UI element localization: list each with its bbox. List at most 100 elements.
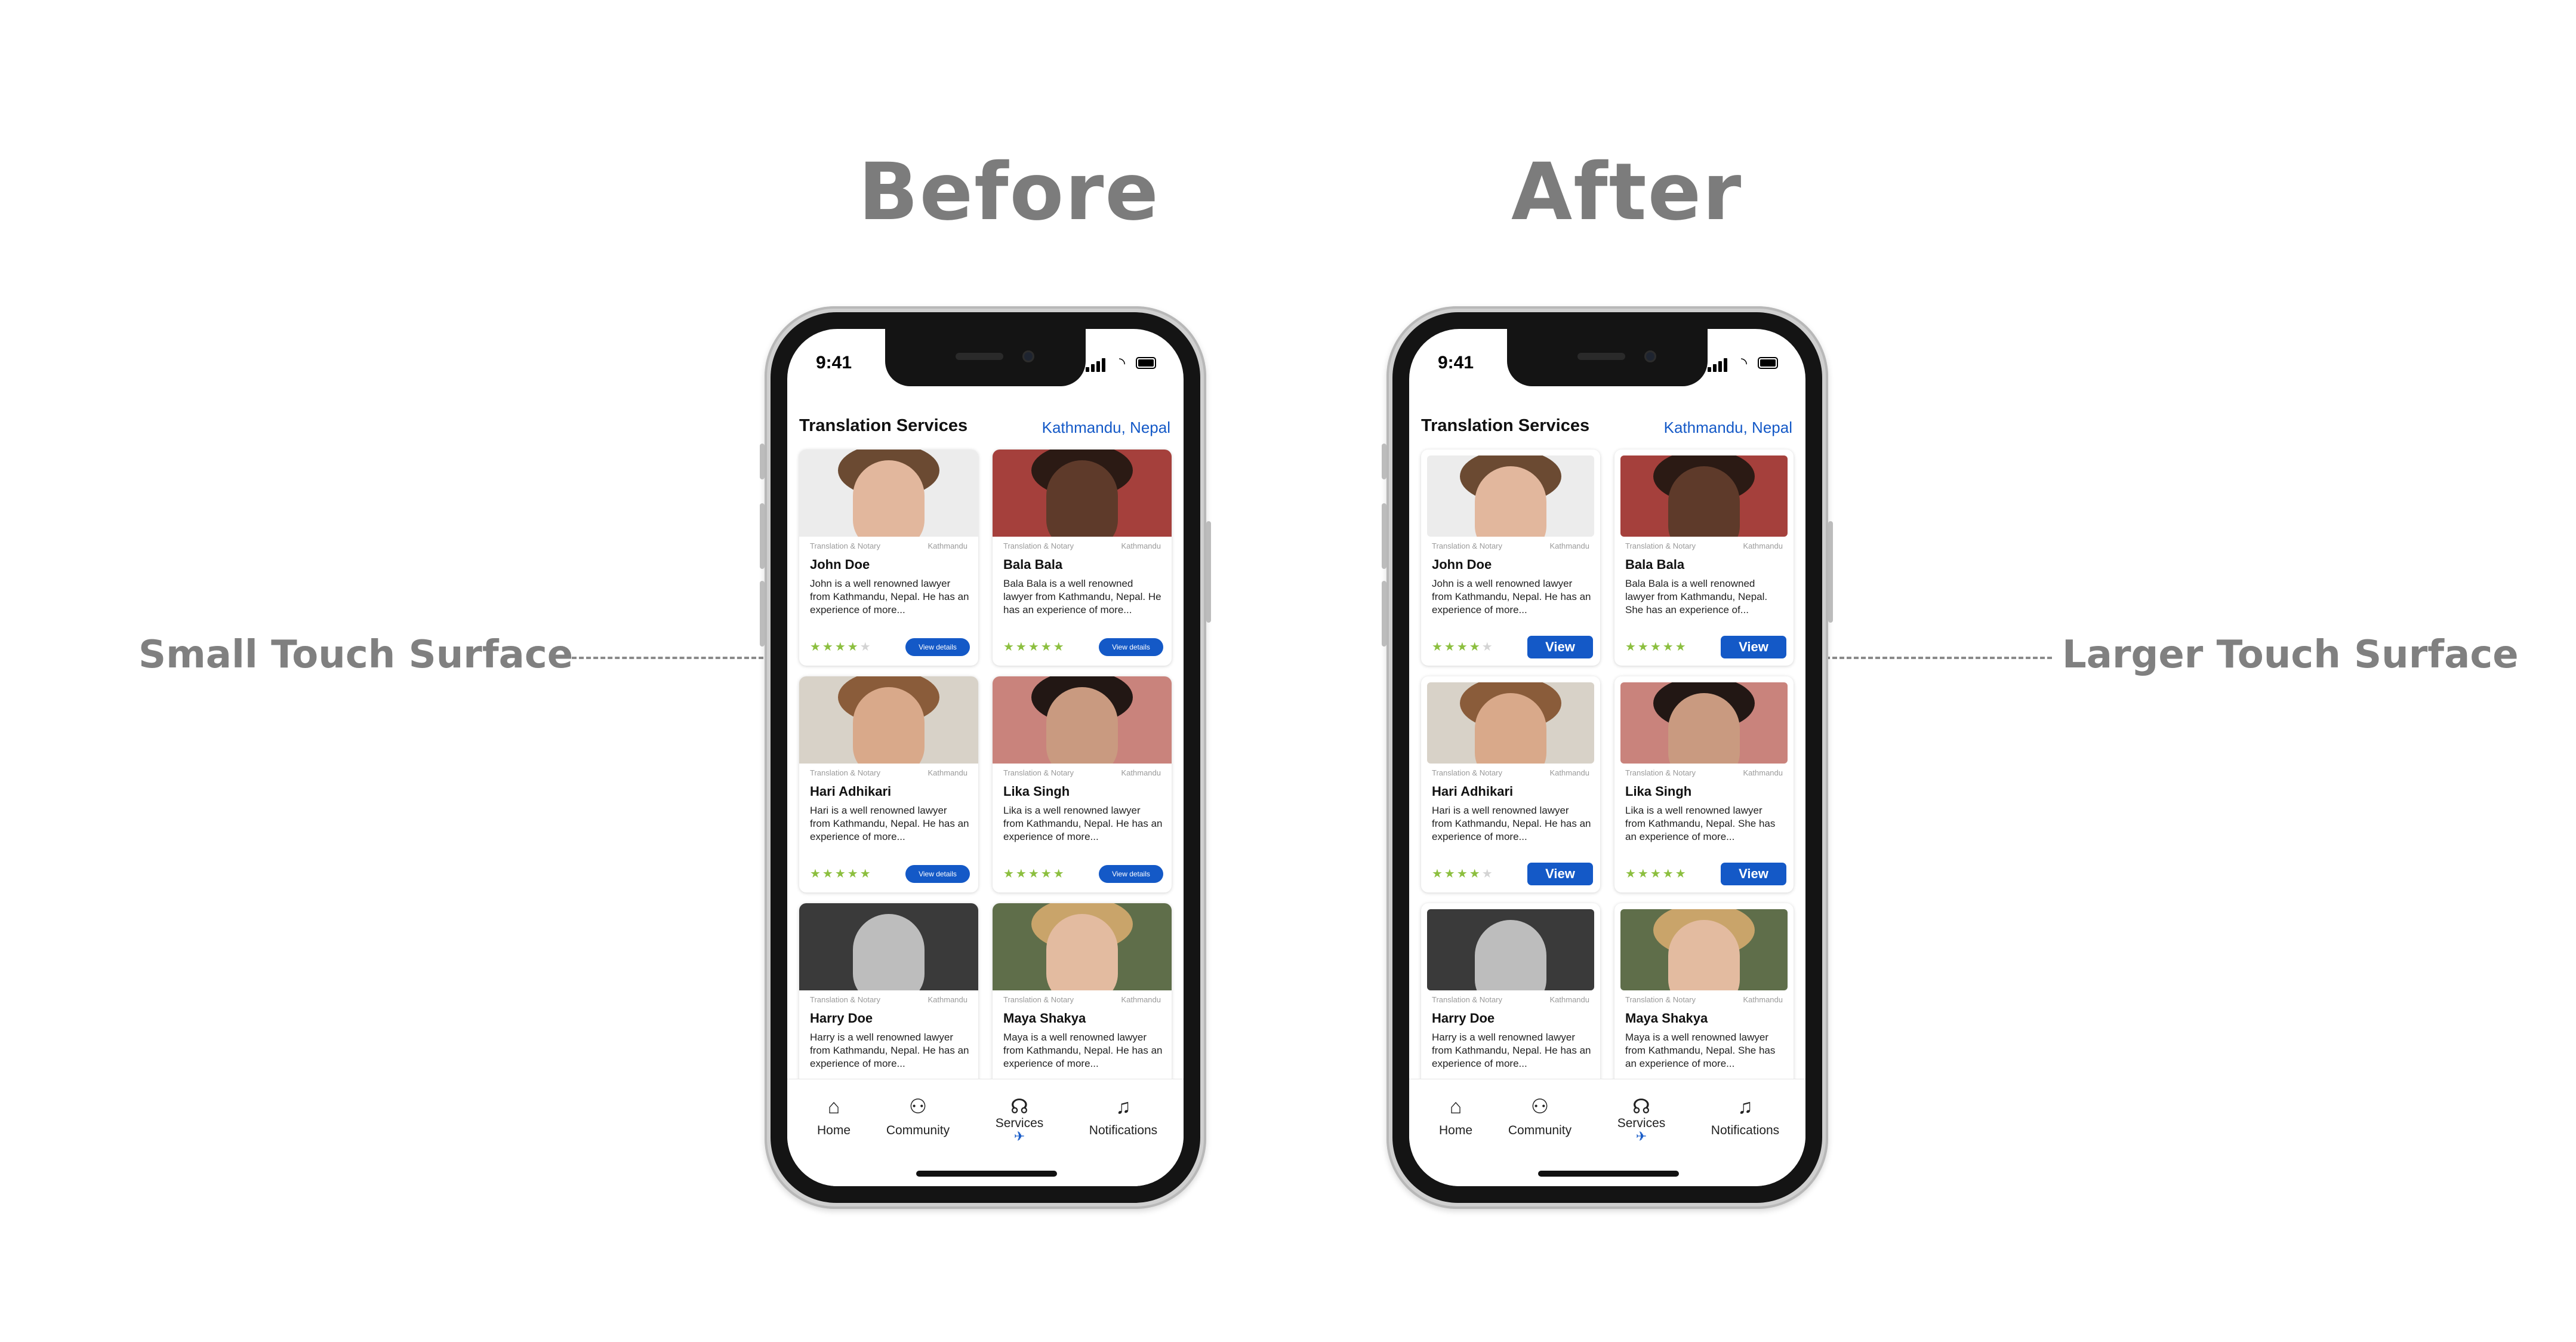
before-heading: Before: [858, 146, 1160, 238]
provider-name: Maya Shakya: [1003, 1011, 1086, 1026]
provider-description: Harry is a well renowned lawyer from Kat…: [1432, 1032, 1591, 1069]
tab-home[interactable]: ⌂ Home: [789, 1092, 879, 1138]
provider-description: Lika is a well renowned lawyer from Kath…: [1625, 805, 1776, 842]
notch: [885, 329, 1086, 386]
provider-description: John is a well renowned lawyer from Kath…: [810, 578, 969, 615]
provider-name: Bala Bala: [1003, 557, 1063, 572]
community-icon: ⚇: [908, 1095, 928, 1118]
status-time: 9:41: [816, 353, 852, 373]
provider-description: Hari is a well renowned lawyer from Kath…: [810, 805, 969, 842]
provider-description: Bala Bala is a well renowned lawyer from…: [1003, 578, 1161, 615]
provider-card-john-doe[interactable]: Translation & Notary Kathmandu John Doe …: [1421, 450, 1600, 666]
community-icon: ⚇: [1530, 1095, 1549, 1118]
bell-icon: ♫: [1737, 1095, 1753, 1118]
provider-name: John Doe: [810, 557, 870, 572]
provider-photo: [1620, 455, 1788, 537]
notch: [1507, 329, 1708, 386]
provider-name: Hari Adhikari: [1432, 784, 1514, 799]
provider-card-bala-bala[interactable]: Translation & Notary Kathmandu Bala Bala…: [993, 450, 1172, 666]
tab-notifications[interactable]: ♫ Notifications: [1700, 1092, 1790, 1138]
view-details-button[interactable]: View details: [905, 638, 970, 656]
rating-stars: ★★★★★: [1625, 867, 1688, 881]
rating-stars: ★★★★★: [1625, 641, 1688, 654]
tab-services[interactable]: ☊ Services ✈: [1597, 1092, 1686, 1143]
tab-community[interactable]: ⚇ Community: [1495, 1092, 1585, 1138]
provider-name: Maya Shakya: [1625, 1011, 1708, 1026]
view-button[interactable]: View: [1721, 863, 1786, 885]
provider-card-bala-bala[interactable]: Translation & Notary Kathmandu Bala Bala…: [1614, 450, 1794, 666]
home-icon: ⌂: [827, 1095, 840, 1118]
view-details-button[interactable]: View details: [905, 865, 970, 883]
provider-card-hari-adhikari[interactable]: Translation & Notary Kathmandu Hari Adhi…: [799, 676, 978, 892]
rating-stars: ★★★★★: [1432, 641, 1495, 654]
home-indicator: [916, 1171, 1057, 1177]
provider-card-hari-adhikari[interactable]: Translation & Notary Kathmandu Hari Adhi…: [1421, 676, 1600, 892]
provider-name: Bala Bala: [1625, 557, 1685, 572]
active-indicator-plane-icon: ✈: [1013, 1129, 1025, 1144]
provider-photo: [1427, 909, 1594, 990]
provider-card-lika-singh[interactable]: Translation & Notary Kathmandu Lika Sing…: [993, 676, 1172, 892]
provider-description: Maya is a well renowned lawyer from Kath…: [1625, 1032, 1776, 1069]
tab-community[interactable]: ⚇ Community: [873, 1092, 963, 1138]
provider-description: Maya is a well renowned lawyer from Kath…: [1003, 1032, 1163, 1069]
status-time: 9:41: [1438, 353, 1474, 373]
wifi-icon: ◝: [1740, 354, 1748, 372]
provider-photo: [993, 450, 1172, 537]
view-button[interactable]: View: [1527, 863, 1593, 885]
tab-notifications[interactable]: ♫ Notifications: [1079, 1092, 1168, 1138]
after-heading: After: [1511, 146, 1743, 238]
provider-photo: [1620, 682, 1788, 764]
provider-name: Harry Doe: [810, 1011, 873, 1026]
status-icons: ◝: [1708, 355, 1779, 372]
home-indicator: [1538, 1171, 1679, 1177]
tab-services[interactable]: ☊ Services ✈: [975, 1092, 1064, 1143]
page-title: Translation Services: [799, 416, 968, 435]
location-link[interactable]: Kathmandu, Nepal: [1042, 418, 1170, 437]
view-details-button[interactable]: View details: [1099, 865, 1163, 883]
provider-photo: [1427, 682, 1594, 764]
larger-touch-surface-label: Larger Touch Surface: [2062, 633, 2519, 677]
wifi-icon: ◝: [1118, 354, 1126, 372]
rating-stars: ★★★★★: [1432, 867, 1495, 881]
page-title: Translation Services: [1421, 416, 1590, 435]
location-link[interactable]: Kathmandu, Nepal: [1664, 418, 1792, 437]
provider-name: John Doe: [1432, 557, 1492, 572]
provider-photo: [799, 450, 978, 537]
rating-stars: ★★★★★: [1003, 867, 1066, 881]
small-touch-surface-label: Small Touch Surface: [138, 633, 574, 677]
provider-description: John is a well renowned lawyer from Kath…: [1432, 578, 1591, 615]
active-indicator-plane-icon: ✈: [1635, 1129, 1647, 1144]
provider-description: Hari is a well renowned lawyer from Kath…: [1432, 805, 1591, 842]
view-button[interactable]: View: [1721, 636, 1786, 658]
view-details-button[interactable]: View details: [1099, 638, 1163, 656]
provider-card-lika-singh[interactable]: Translation & Notary Kathmandu Lika Sing…: [1614, 676, 1794, 892]
battery-icon: [1136, 357, 1156, 369]
home-icon: ⌂: [1449, 1095, 1462, 1118]
provider-name: Lika Singh: [1625, 784, 1692, 799]
bell-icon: ♫: [1116, 1095, 1131, 1118]
battery-icon: [1758, 357, 1778, 369]
phone-before: 9:41 ◝ Translation Services Kathmandu, N…: [760, 306, 1211, 1209]
provider-photo: [1427, 455, 1594, 537]
provider-photo: [799, 676, 978, 764]
rating-stars: ★★★★★: [810, 867, 873, 881]
tab-home[interactable]: ⌂ Home: [1411, 1092, 1500, 1138]
view-button[interactable]: View: [1527, 636, 1593, 658]
screen-after: 9:41 ◝ Translation Services Kathmandu, N…: [1409, 329, 1805, 1186]
provider-description: Bala Bala is a well renowned lawyer from…: [1625, 578, 1768, 615]
provider-photo: [799, 903, 978, 990]
provider-description: Lika is a well renowned lawyer from Kath…: [1003, 805, 1163, 842]
rating-stars: ★★★★★: [810, 641, 873, 654]
provider-photo: [993, 903, 1172, 990]
tab-bar: ⌂ Home ⚇ Community ☊ Services ✈ ♫ Notifi…: [1409, 1079, 1805, 1186]
provider-name: Lika Singh: [1003, 784, 1070, 799]
provider-name: Hari Adhikari: [810, 784, 892, 799]
rating-stars: ★★★★★: [1003, 641, 1066, 654]
screen-before: 9:41 ◝ Translation Services Kathmandu, N…: [787, 329, 1184, 1186]
provider-description: Harry is a well renowned lawyer from Kat…: [810, 1032, 969, 1069]
provider-photo: [993, 676, 1172, 764]
provider-name: Harry Doe: [1432, 1011, 1495, 1026]
provider-card-john-doe[interactable]: Translation & Notary Kathmandu John Doe …: [799, 450, 978, 666]
provider-photo: [1620, 909, 1788, 990]
tab-bar: ⌂ Home ⚇ Community ☊ Services ✈ ♫ Notifi…: [787, 1079, 1184, 1186]
